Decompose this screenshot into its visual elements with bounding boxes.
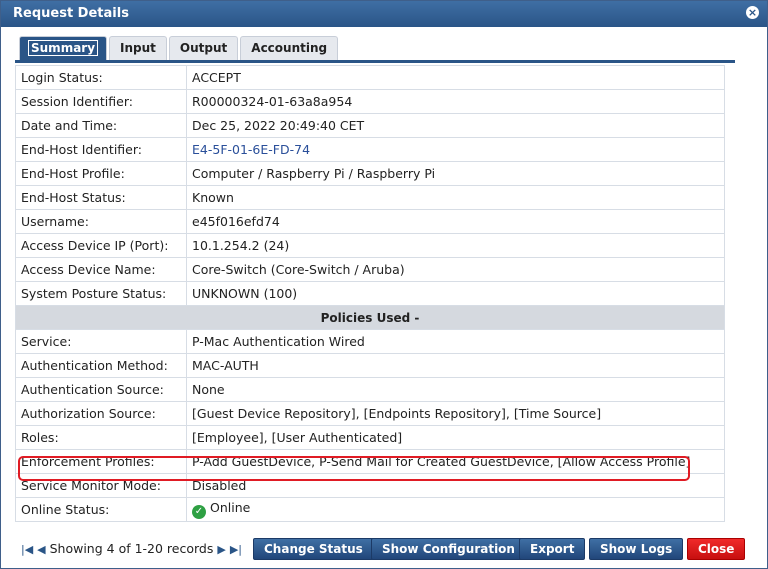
pagination: |◀ ◀ Showing 4 of 1-20 records ▶ ▶| — [21, 541, 242, 556]
dialog-footer: |◀ ◀ Showing 4 of 1-20 records ▶ ▶| Chan… — [1, 533, 767, 568]
first-page-icon[interactable]: |◀ — [21, 543, 33, 556]
row-value: Dec 25, 2022 20:49:40 CET — [186, 113, 725, 138]
row-value: Known — [186, 185, 725, 210]
policies-section-title: Policies Used - — [15, 305, 725, 330]
row-label: System Posture Status: — [15, 281, 187, 306]
table-row: System Posture Status: UNKNOWN (100) — [15, 281, 725, 306]
table-row: End-Host Identifier: E4-5F-01-6E-FD-74 — [15, 137, 725, 162]
next-page-icon[interactable]: ▶ — [217, 543, 225, 556]
row-value: e45f016efd74 — [186, 209, 725, 234]
row-value: P-Mac Authentication Wired — [186, 329, 725, 354]
tab-summary[interactable]: Summary — [19, 36, 108, 60]
table-row: Service: P-Mac Authentication Wired — [15, 329, 725, 354]
row-label: Session Identifier: — [15, 89, 187, 114]
row-label: End-Host Profile: — [15, 161, 187, 186]
table-row: Online Status: ✓ Online — [15, 497, 725, 522]
row-label: Service: — [15, 329, 187, 354]
row-label: Authorization Source: — [15, 401, 187, 426]
row-value: ✓ Online — [186, 497, 725, 522]
row-label: Access Device IP (Port): — [15, 233, 187, 258]
table-row: End-Host Profile: Computer / Raspberry Pi… — [15, 161, 725, 186]
tab-output[interactable]: Output — [168, 36, 239, 60]
pager-text: Showing 4 of 1-20 records — [49, 541, 214, 556]
request-details-dialog: Request Details × Summary Input Output A… — [0, 0, 768, 569]
row-label: Username: — [15, 209, 187, 234]
last-page-icon[interactable]: ▶| — [230, 543, 242, 556]
row-label: End-Host Status: — [15, 185, 187, 210]
row-value: [Guest Device Repository], [Endpoints Re… — [186, 401, 725, 426]
tab-bar: Summary Input Output Accounting — [19, 36, 339, 60]
row-value: Core-Switch (Core-Switch / Aruba) — [186, 257, 725, 282]
online-status-text: Online — [210, 500, 251, 515]
table-row: Date and Time: Dec 25, 2022 20:49:40 CET — [15, 113, 725, 138]
change-status-button[interactable]: Change Status — [253, 538, 374, 560]
tab-accounting[interactable]: Accounting — [240, 36, 339, 60]
table-row: End-Host Status: Known — [15, 185, 725, 210]
row-label: Login Status: — [15, 65, 187, 90]
row-value: ACCEPT — [186, 65, 725, 90]
row-label: Authentication Method: — [15, 353, 187, 378]
row-value: None — [186, 377, 725, 402]
tab-underline — [15, 60, 735, 63]
dialog-titlebar: Request Details × — [1, 1, 767, 27]
table-row: Access Device Name: Core-Switch (Core-Swi… — [15, 257, 725, 282]
check-circle-icon: ✓ — [192, 505, 206, 519]
table-row: Authentication Method: MAC-AUTH — [15, 353, 725, 378]
section-row: Policies Used - — [15, 305, 725, 330]
row-value: 10.1.254.2 (24) — [186, 233, 725, 258]
row-label: Authentication Source: — [15, 377, 187, 402]
row-value: MAC-AUTH — [186, 353, 725, 378]
end-host-link[interactable]: E4-5F-01-6E-FD-74 — [192, 142, 310, 157]
close-icon[interactable]: × — [746, 6, 759, 19]
dialog-title: Request Details — [13, 6, 129, 21]
show-configuration-button[interactable]: Show Configuration — [371, 538, 526, 560]
table-row: Roles: [Employee], [User Authenticated] — [15, 425, 725, 450]
tab-input[interactable]: Input — [109, 36, 167, 60]
row-label: Online Status: — [15, 497, 187, 522]
row-value: Computer / Raspberry Pi / Raspberry Pi — [186, 161, 725, 186]
row-label: End-Host Identifier: — [15, 137, 187, 162]
enforcement-profiles-highlight — [18, 456, 690, 481]
row-label: Date and Time: — [15, 113, 187, 138]
row-value: UNKNOWN (100) — [186, 281, 725, 306]
row-value: [Employee], [User Authenticated] — [186, 425, 725, 450]
table-row: Login Status: ACCEPT — [15, 65, 725, 90]
row-value: R00000324-01-63a8a954 — [186, 89, 725, 114]
row-value: E4-5F-01-6E-FD-74 — [186, 137, 725, 162]
table-row: Username: e45f016efd74 — [15, 209, 725, 234]
table-row: Session Identifier: R00000324-01-63a8a954 — [15, 89, 725, 114]
close-button[interactable]: Close — [687, 538, 746, 560]
row-label: Roles: — [15, 425, 187, 450]
table-row: Authentication Source: None — [15, 377, 725, 402]
export-button[interactable]: Export — [519, 538, 586, 560]
show-logs-button[interactable]: Show Logs — [589, 538, 684, 560]
summary-table: Login Status: ACCEPT Session Identifier: R… — [15, 65, 725, 522]
table-row: Authorization Source: [Guest Device Repos… — [15, 401, 725, 426]
row-label: Access Device Name: — [15, 257, 187, 282]
table-row: Access Device IP (Port): 10.1.254.2 (24) — [15, 233, 725, 258]
prev-page-icon[interactable]: ◀ — [37, 543, 45, 556]
